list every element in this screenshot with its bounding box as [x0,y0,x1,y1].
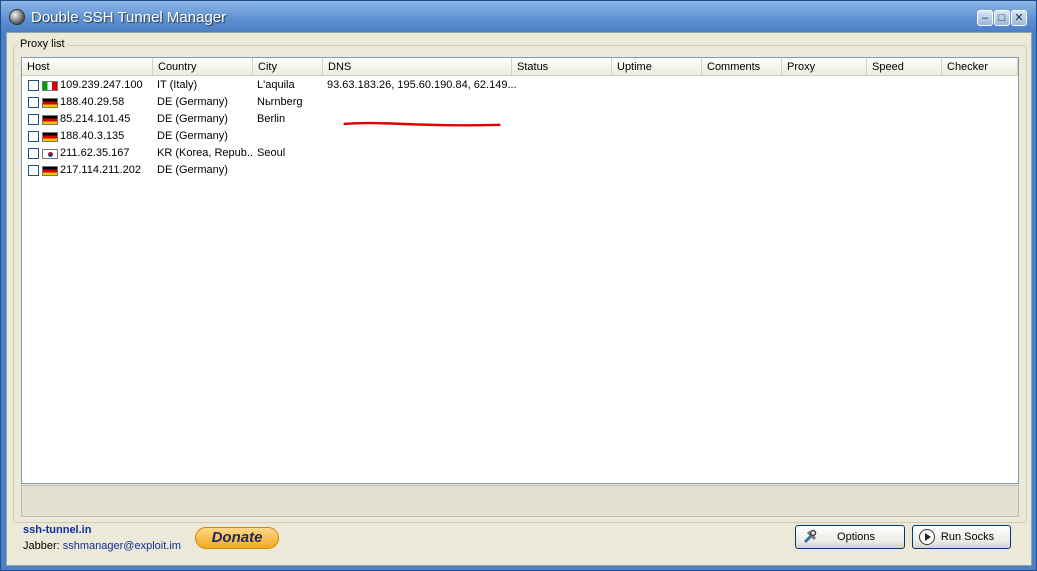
host-cell: 211.62.35.167 [60,147,130,159]
table-row[interactable]: 188.40.29.58 DE (Germany) Nьrnberg [22,94,1018,111]
row-checkbox[interactable] [28,97,39,108]
column-header-uptime[interactable]: Uptime [612,58,702,76]
table-row[interactable]: 217.114.211.202 DE (Germany) [22,162,1018,179]
column-header-country[interactable]: Country [153,58,253,76]
row-checkbox[interactable] [28,131,39,142]
column-header-city[interactable]: City [253,58,323,76]
window-title: Double SSH Tunnel Manager [31,9,227,26]
column-header-speed[interactable]: Speed [867,58,942,76]
country-cell: DE (Germany) [157,164,228,176]
table-row[interactable]: 211.62.35.167 KR (Korea, Repub... Seoul [22,145,1018,162]
germany-flag-icon [42,115,58,125]
country-cell: KR (Korea, Repub... [157,147,252,159]
country-cell: DE (Germany) [157,113,228,125]
row-checkbox[interactable] [28,165,39,176]
title-bar[interactable]: Double SSH Tunnel Manager – □ ✕ [1,1,1036,33]
host-cell: 217.114.211.202 [60,164,141,176]
status-bar [21,485,1019,517]
row-checkbox[interactable] [28,80,39,91]
proxy-list-view[interactable]: Host Country City DNS Status Uptime Comm… [21,57,1019,484]
country-cell: DE (Germany) [157,130,228,142]
row-checkbox[interactable] [28,148,39,159]
city-cell: Seoul [257,147,286,159]
maximize-button[interactable]: □ [994,10,1010,26]
row-checkbox[interactable] [28,114,39,125]
table-row[interactable]: 109.239.247.100 IT (Italy) L'aquila 93.6… [22,77,1018,94]
close-button[interactable]: ✕ [1011,10,1027,26]
proxy-list-label: Proxy list [17,38,68,50]
site-link[interactable]: ssh-tunnel.in [23,524,91,536]
column-header-checker[interactable]: Checker [942,58,1018,76]
column-header-host[interactable]: Host [22,58,153,76]
list-header: Host Country City DNS Status Uptime Comm… [22,58,1018,76]
app-logo-icon [9,9,25,25]
host-cell: 188.40.29.58 [60,96,125,108]
run-socks-label: Run Socks [940,531,995,543]
country-cell: IT (Italy) [157,79,198,91]
host-cell: 109.239.247.100 [60,79,143,91]
run-socks-button[interactable]: Run Socks [912,525,1011,549]
country-cell: DE (Germany) [157,96,228,108]
italy-flag-icon [42,81,58,91]
host-cell: 188.40.3.135 [60,130,125,142]
column-header-comments[interactable]: Comments [702,58,782,76]
column-header-proxy[interactable]: Proxy [782,58,867,76]
dns-cell: 93.63.183.26, 195.60.190.84, 62.149... [327,79,517,91]
korea-flag-icon [42,149,58,159]
city-cell: Nьrnberg [257,96,303,108]
host-cell: 85.214.101.45 [60,113,131,125]
options-label: Options [837,531,875,543]
jabber-link[interactable]: sshmanager@exploit.im [63,540,181,552]
minimize-button[interactable]: – [977,10,993,26]
jabber-label: Jabber: [23,540,60,552]
table-row[interactable]: 188.40.3.135 DE (Germany) [22,128,1018,145]
client-area: Proxy list Host Country City DNS Status … [6,32,1032,566]
germany-flag-icon [42,98,58,108]
annotation-underline [343,121,501,127]
city-cell: L'aquila [257,79,295,91]
germany-flag-icon [42,166,58,176]
germany-flag-icon [42,132,58,142]
app-window: Double SSH Tunnel Manager – □ ✕ Proxy li… [0,0,1037,571]
column-header-status[interactable]: Status [512,58,612,76]
options-button[interactable]: Options [795,525,905,549]
donate-button[interactable]: Donate [195,527,279,549]
column-header-dns[interactable]: DNS [323,58,512,76]
city-cell: Berlin [257,113,286,125]
jabber-contact: Jabber: sshmanager@exploit.im [23,540,181,552]
